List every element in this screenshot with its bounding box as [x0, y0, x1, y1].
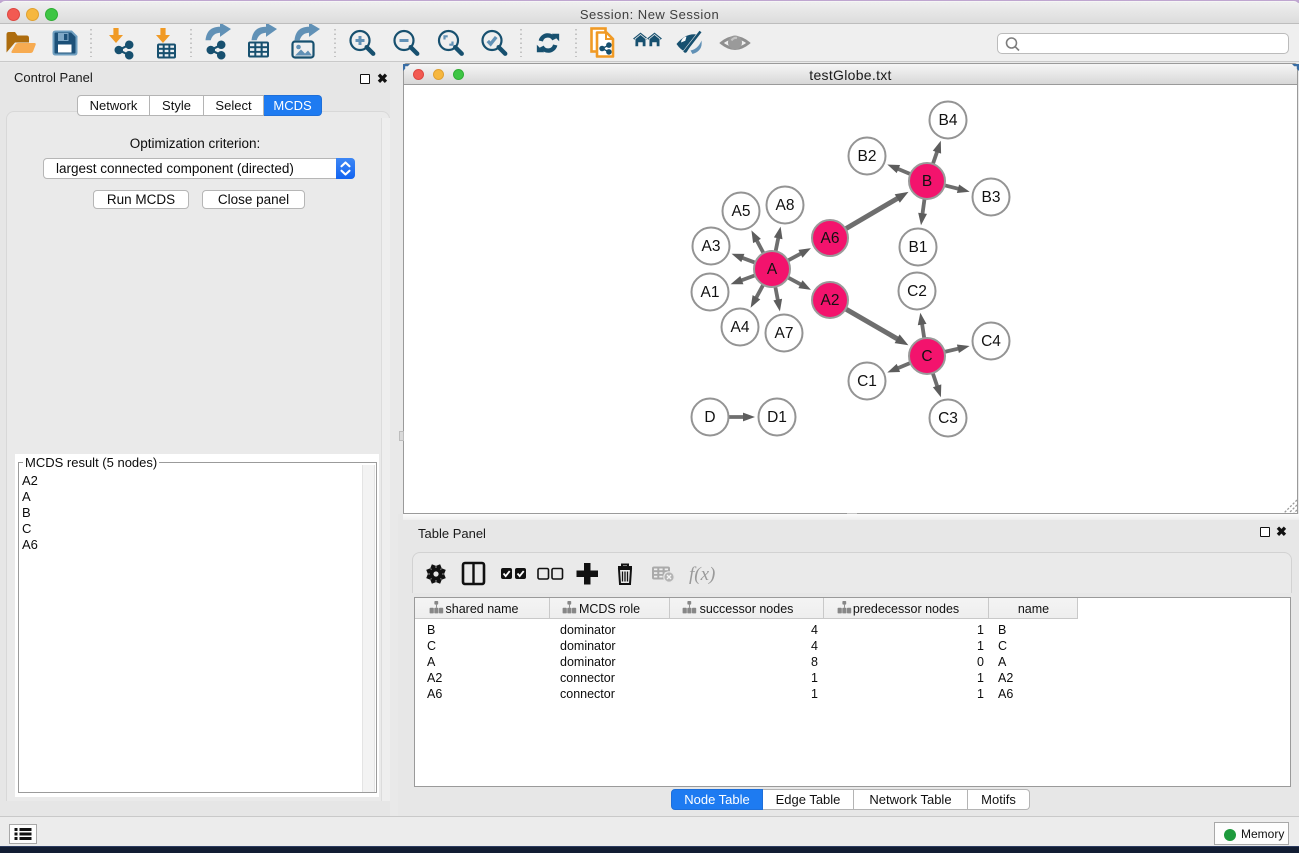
svg-text:B3: B3 — [982, 189, 1001, 206]
svg-text:C3: C3 — [938, 410, 958, 427]
svg-text:A4: A4 — [731, 319, 750, 336]
svg-text:C2: C2 — [907, 283, 927, 300]
svg-text:D: D — [704, 409, 715, 426]
svg-text:B: B — [922, 173, 932, 190]
svg-text:C4: C4 — [981, 333, 1001, 350]
svg-text:D1: D1 — [767, 409, 787, 426]
svg-text:f(x): f(x) — [689, 564, 715, 585]
svg-text:A3: A3 — [702, 238, 721, 255]
svg-text:C1: C1 — [857, 373, 877, 390]
svg-text:A8: A8 — [776, 197, 795, 214]
svg-text:A1: A1 — [701, 284, 720, 301]
svg-text:A: A — [767, 261, 778, 278]
svg-text:B4: B4 — [939, 112, 958, 129]
svg-text:A5: A5 — [732, 203, 751, 220]
svg-text:B1: B1 — [909, 239, 928, 256]
svg-text:B2: B2 — [858, 148, 877, 165]
svg-text:A6: A6 — [821, 230, 840, 247]
svg-text:A7: A7 — [775, 325, 794, 342]
svg-text:C: C — [921, 348, 932, 365]
svg-text:A2: A2 — [821, 292, 840, 309]
